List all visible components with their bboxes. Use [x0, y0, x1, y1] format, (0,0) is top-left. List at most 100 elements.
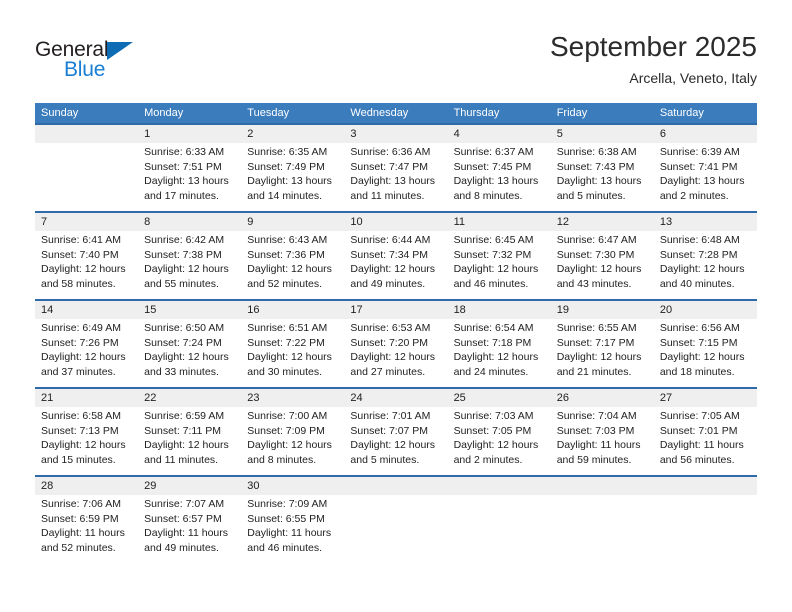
daylight-text-line1: Daylight: 11 hours — [247, 527, 332, 540]
daylight-text-line2: and 21 minutes. — [556, 365, 632, 378]
weekday-header-friday: Friday — [556, 107, 588, 119]
day-number: 5 — [556, 128, 563, 140]
day-cell[interactable]: Sunrise: 6:55 AM Sunset: 7:17 PM Dayligh… — [551, 319, 654, 387]
sunrise-text: Sunrise: 6:36 AM — [350, 146, 431, 158]
calendar-page: General Blue September 2025 Arcella, Ven… — [0, 0, 792, 612]
day-number: 29 — [144, 480, 157, 492]
sunrise-text: Sunrise: 7:03 AM — [453, 410, 534, 422]
daylight-text-line1: Daylight: 12 hours — [453, 351, 539, 364]
daylight-text-line2: and 17 minutes. — [144, 189, 219, 202]
day-cell[interactable] — [551, 495, 654, 563]
sunset-text: Sunset: 7:28 PM — [659, 248, 738, 261]
day-number-band: 28 29 30 — [35, 477, 757, 495]
daylight-text-line1: Daylight: 12 hours — [247, 263, 332, 276]
sunrise-text: Sunrise: 6:48 AM — [659, 234, 740, 246]
day-cell[interactable]: Sunrise: 6:39 AM Sunset: 7:41 PM Dayligh… — [654, 143, 757, 211]
sunrise-text: Sunrise: 7:06 AM — [41, 498, 121, 510]
sunset-text: Sunset: 7:51 PM — [144, 160, 222, 173]
daylight-text-line2: and 8 minutes. — [247, 453, 317, 466]
daylight-text-line1: Daylight: 12 hours — [556, 263, 642, 276]
day-cell[interactable]: Sunrise: 6:37 AM Sunset: 7:45 PM Dayligh… — [448, 143, 551, 211]
day-cell[interactable]: Sunrise: 6:59 AM Sunset: 7:11 PM Dayligh… — [138, 407, 241, 475]
day-number: 28 — [41, 480, 54, 492]
day-cell[interactable]: Sunrise: 6:50 AM Sunset: 7:24 PM Dayligh… — [138, 319, 241, 387]
day-number-band: 14 15 16 17 18 19 20 — [35, 301, 757, 319]
daylight-text-line2: and 56 minutes. — [659, 453, 735, 466]
day-cell[interactable]: Sunrise: 6:53 AM Sunset: 7:20 PM Dayligh… — [344, 319, 447, 387]
sunrise-text: Sunrise: 6:43 AM — [247, 234, 328, 246]
sunset-text: Sunset: 7:40 PM — [41, 248, 119, 261]
day-number-band: 1 2 3 4 5 6 — [35, 125, 757, 143]
daylight-text-line1: Daylight: 12 hours — [144, 351, 229, 364]
day-cell[interactable]: Sunrise: 6:38 AM Sunset: 7:43 PM Dayligh… — [551, 143, 654, 211]
day-cell[interactable]: Sunrise: 7:04 AM Sunset: 7:03 PM Dayligh… — [551, 407, 654, 475]
day-cell[interactable]: Sunrise: 6:35 AM Sunset: 7:49 PM Dayligh… — [241, 143, 344, 211]
day-detail-band: Sunrise: 6:41 AM Sunset: 7:40 PM Dayligh… — [35, 231, 757, 299]
day-cell[interactable]: Sunrise: 6:56 AM Sunset: 7:15 PM Dayligh… — [654, 319, 757, 387]
sunset-text: Sunset: 7:30 PM — [556, 248, 635, 261]
day-cell[interactable]: Sunrise: 6:36 AM Sunset: 7:47 PM Dayligh… — [344, 143, 447, 211]
sunrise-text: Sunrise: 6:51 AM — [247, 322, 328, 334]
sunset-text: Sunset: 7:24 PM — [144, 336, 222, 349]
day-cell[interactable]: Sunrise: 7:07 AM Sunset: 6:57 PM Dayligh… — [138, 495, 241, 563]
daylight-text-line2: and 37 minutes. — [41, 365, 116, 378]
day-number — [35, 125, 138, 143]
day-number: 18 — [453, 304, 466, 316]
day-cell[interactable]: Sunrise: 6:58 AM Sunset: 7:13 PM Dayligh… — [35, 407, 138, 475]
day-cell[interactable]: Sunrise: 7:01 AM Sunset: 7:07 PM Dayligh… — [344, 407, 447, 475]
sunset-text: Sunset: 7:26 PM — [41, 336, 119, 349]
daylight-text-line1: Daylight: 11 hours — [41, 527, 125, 540]
weekday-header-saturday: Saturday — [659, 107, 704, 119]
day-cell[interactable]: Sunrise: 6:45 AM Sunset: 7:32 PM Dayligh… — [448, 231, 551, 299]
day-cell[interactable]: Sunrise: 7:05 AM Sunset: 7:01 PM Dayligh… — [654, 407, 757, 475]
daylight-text-line2: and 11 minutes. — [350, 189, 425, 202]
weekday-header-monday: Monday — [144, 107, 184, 119]
daylight-text-line1: Daylight: 13 hours — [350, 175, 436, 188]
day-cell[interactable]: Sunrise: 6:48 AM Sunset: 7:28 PM Dayligh… — [654, 231, 757, 299]
day-cell[interactable] — [35, 143, 138, 211]
day-cell[interactable]: Sunrise: 6:44 AM Sunset: 7:34 PM Dayligh… — [344, 231, 447, 299]
day-cell[interactable]: Sunrise: 7:06 AM Sunset: 6:59 PM Dayligh… — [35, 495, 138, 563]
sunrise-text: Sunrise: 6:44 AM — [350, 234, 431, 246]
day-cell[interactable]: Sunrise: 7:09 AM Sunset: 6:55 PM Dayligh… — [241, 495, 344, 563]
daylight-text-line2: and 52 minutes. — [41, 541, 116, 554]
day-cell[interactable]: Sunrise: 6:43 AM Sunset: 7:36 PM Dayligh… — [241, 231, 344, 299]
sunset-text: Sunset: 7:13 PM — [41, 424, 119, 437]
daylight-text-line2: and 58 minutes. — [41, 277, 116, 290]
page-header: General Blue September 2025 Arcella, Ven… — [35, 30, 757, 98]
day-cell[interactable]: Sunrise: 6:47 AM Sunset: 7:30 PM Dayligh… — [551, 231, 654, 299]
daylight-text-line1: Daylight: 13 hours — [144, 175, 229, 188]
day-cell[interactable]: Sunrise: 6:41 AM Sunset: 7:40 PM Dayligh… — [35, 231, 138, 299]
day-cell[interactable] — [344, 495, 447, 563]
day-cell[interactable] — [448, 495, 551, 563]
sunset-text: Sunset: 7:15 PM — [659, 336, 738, 349]
day-cell[interactable]: Sunrise: 6:33 AM Sunset: 7:51 PM Dayligh… — [138, 143, 241, 211]
day-number-band: 21 22 23 24 25 26 27 — [35, 389, 757, 407]
daylight-text-line1: Daylight: 11 hours — [144, 527, 228, 540]
sunset-text: Sunset: 7:36 PM — [247, 248, 325, 261]
day-number: 12 — [556, 216, 569, 228]
day-cell[interactable]: Sunrise: 6:51 AM Sunset: 7:22 PM Dayligh… — [241, 319, 344, 387]
day-cell[interactable]: Sunrise: 7:00 AM Sunset: 7:09 PM Dayligh… — [241, 407, 344, 475]
sunrise-text: Sunrise: 7:00 AM — [247, 410, 328, 422]
weekday-header-thursday: Thursday — [453, 107, 500, 119]
day-number: 15 — [144, 304, 157, 316]
daylight-text-line2: and 49 minutes. — [350, 277, 426, 290]
day-number: 11 — [453, 216, 465, 228]
day-cell[interactable]: Sunrise: 7:03 AM Sunset: 7:05 PM Dayligh… — [448, 407, 551, 475]
general-blue-logo[interactable]: General Blue — [35, 38, 235, 90]
daylight-text-line2: and 11 minutes. — [144, 453, 219, 466]
day-cell[interactable]: Sunrise: 6:42 AM Sunset: 7:38 PM Dayligh… — [138, 231, 241, 299]
daylight-text-line1: Daylight: 12 hours — [556, 351, 642, 364]
sunset-text: Sunset: 7:45 PM — [453, 160, 532, 173]
day-cell[interactable] — [654, 495, 757, 563]
sunrise-text: Sunrise: 6:55 AM — [556, 322, 637, 334]
sunrise-text: Sunrise: 6:41 AM — [41, 234, 121, 246]
day-cell[interactable]: Sunrise: 6:54 AM Sunset: 7:18 PM Dayligh… — [448, 319, 551, 387]
day-number — [551, 477, 654, 495]
day-number: 30 — [247, 480, 260, 492]
weekday-header-row: Sunday Monday Tuesday Wednesday Thursday… — [35, 103, 757, 123]
day-cell[interactable]: Sunrise: 6:49 AM Sunset: 7:26 PM Dayligh… — [35, 319, 138, 387]
weekday-header-sunday: Sunday — [41, 107, 79, 119]
day-number: 21 — [41, 392, 54, 404]
